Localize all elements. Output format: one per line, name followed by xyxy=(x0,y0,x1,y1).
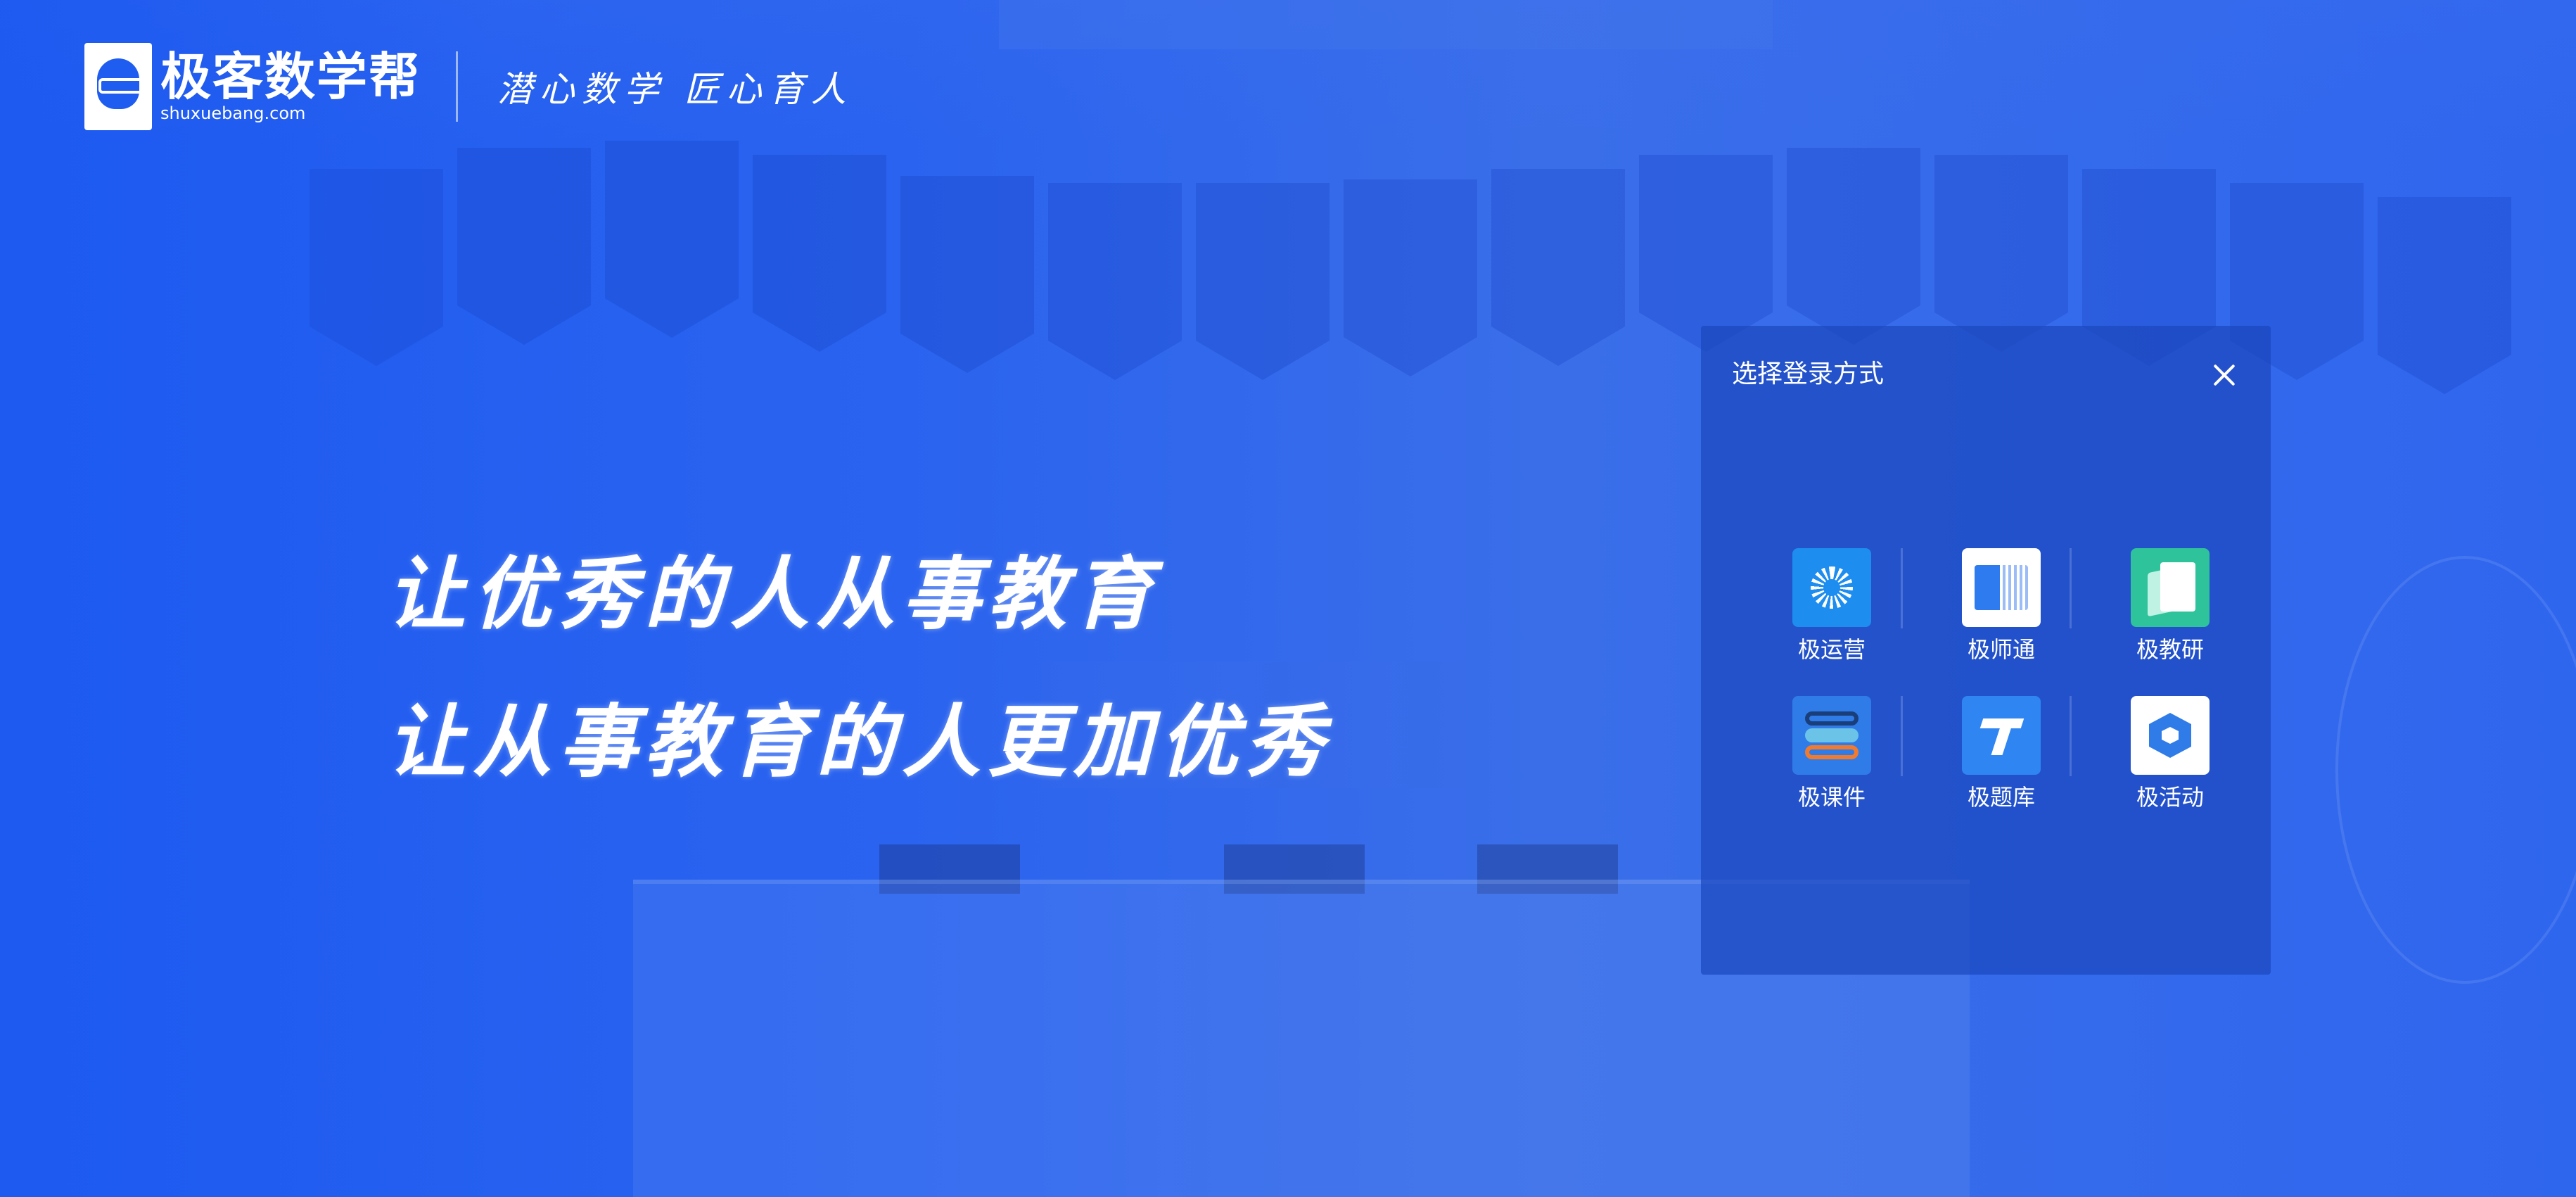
app-label: 极教研 xyxy=(2136,636,2204,663)
avatar-glasses xyxy=(98,78,144,94)
bunting-flag xyxy=(1491,169,1625,366)
headline-line-2: 让从事教育的人更加优秀 xyxy=(387,696,1331,788)
app-jiyunying[interactable]: 极运营 xyxy=(1775,548,1888,665)
monitor xyxy=(879,844,1020,894)
bunting-flag xyxy=(310,169,443,366)
sunburst-icon xyxy=(1792,548,1871,627)
bunting-flag xyxy=(753,155,886,352)
bunting-flag xyxy=(605,141,739,338)
brand-header: 极客数学帮 shuxuebang.com 潜心数学 匠心育人 xyxy=(84,41,853,132)
app-grid: 极运营 极师通 极教研 极课件 极题库 极活动 xyxy=(1701,548,2271,844)
ceiling-panel xyxy=(999,0,1773,49)
brand-slogan: 潜心数学 匠心育人 xyxy=(497,69,853,110)
headline-line-1: 让优秀的人从事教育 xyxy=(387,548,1159,640)
app-row: 极运营 极师通 极教研 xyxy=(1701,548,2271,696)
app-jikejian[interactable]: 极课件 xyxy=(1775,696,1888,813)
brand-text: 极客数学帮 shuxuebang.com xyxy=(160,50,421,123)
close-icon[interactable] xyxy=(2209,360,2240,391)
login-method-panel: 选择登录方式 极运营 极师通 极教研 极课件 极题库 极活动 xyxy=(1701,326,2271,975)
app-separator xyxy=(1901,696,1903,776)
bunting-flag xyxy=(900,176,1034,373)
login-page: 极客数学帮 shuxuebang.com 潜心数学 匠心育人 让优秀的人从事教育… xyxy=(0,0,2576,1197)
monitor xyxy=(1224,844,1365,894)
bunting-flag xyxy=(1196,183,1330,380)
bunting-flag xyxy=(1934,155,2068,352)
app-jijiaoyan[interactable]: 极教研 xyxy=(2114,548,2226,665)
app-label: 极题库 xyxy=(1967,784,2035,811)
headline: 让优秀的人从事教育 让从事教育的人更加优秀 xyxy=(387,521,1331,816)
app-separator xyxy=(2070,696,2072,776)
bunting-flag xyxy=(1639,155,1773,352)
bunting-flag xyxy=(1787,148,1920,345)
app-jihuodong[interactable]: 极活动 xyxy=(2114,696,2226,813)
stacked-bars-icon xyxy=(1792,696,1871,775)
app-separator xyxy=(2070,548,2072,628)
letter-t-icon xyxy=(1962,696,2041,775)
app-label: 极课件 xyxy=(1797,784,1866,811)
app-row: 极课件 极题库 极活动 xyxy=(1701,696,2271,844)
app-jishitong[interactable]: 极师通 xyxy=(1945,548,2058,665)
app-separator xyxy=(1901,548,1903,628)
pages-icon xyxy=(2131,548,2210,627)
brand-url: shuxuebang.com xyxy=(160,103,306,123)
open-book-icon xyxy=(1962,548,2041,627)
bunting-flag xyxy=(1344,179,1477,376)
brand-logo-avatar xyxy=(84,43,152,130)
bunting-flag xyxy=(2378,197,2511,394)
app-jitiku[interactable]: 极题库 xyxy=(1945,696,2058,813)
app-label: 极师通 xyxy=(1967,636,2035,663)
bunting-flag xyxy=(457,148,591,345)
hex-cube-icon xyxy=(2131,696,2210,775)
bunting-flag xyxy=(1048,183,1182,380)
app-label: 极运营 xyxy=(1797,636,1866,663)
brand-name: 极客数学帮 xyxy=(160,47,421,106)
monitor xyxy=(1477,844,1618,894)
app-label: 极活动 xyxy=(2136,784,2204,811)
brand-divider xyxy=(456,51,459,122)
wall-circle-decoration xyxy=(2335,556,2576,984)
panel-title: 选择登录方式 xyxy=(1732,360,1885,388)
